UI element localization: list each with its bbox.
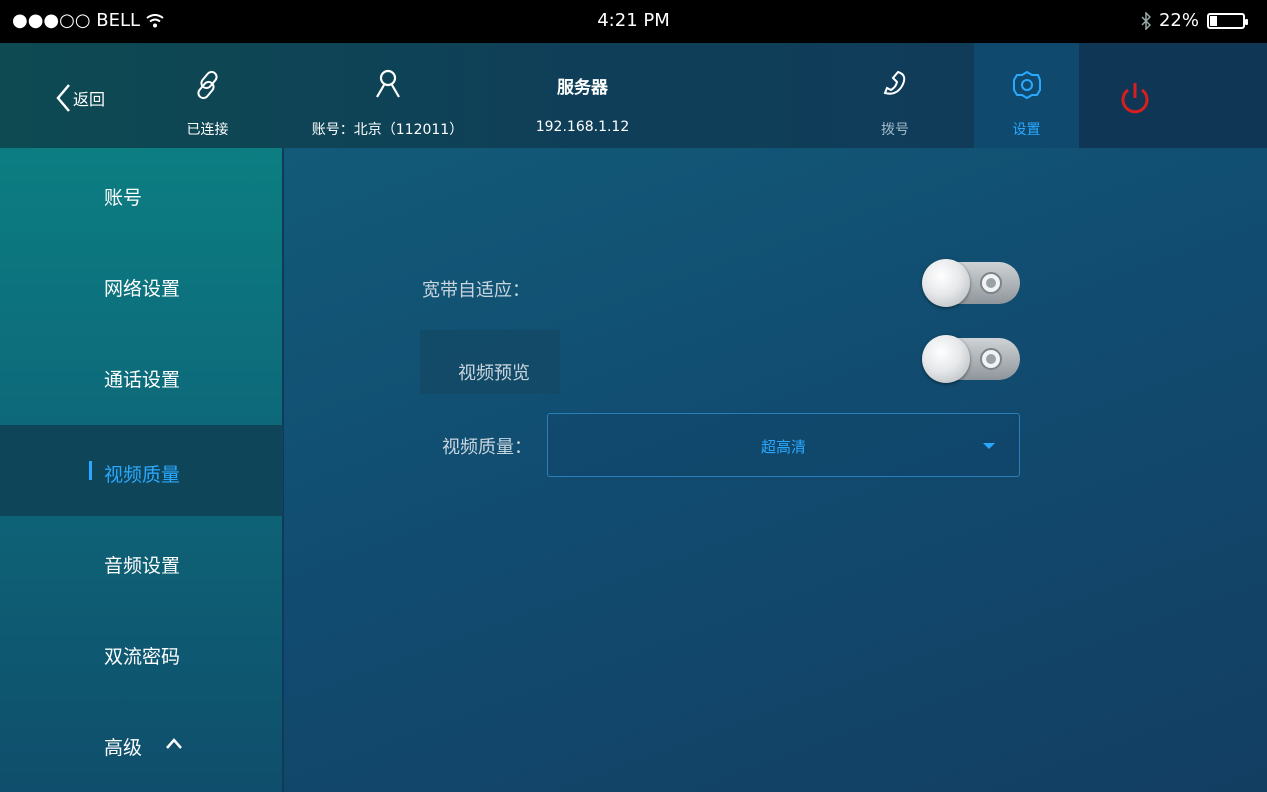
video-quality-value: 超高清 [760, 438, 806, 456]
server-ip: 192.168.1.12 [535, 119, 630, 135]
sidebar-item-label: 通话设置 [104, 369, 181, 391]
video-preview-toggle[interactable] [922, 335, 1020, 383]
video-preview-label: 视频预览 [458, 363, 530, 384]
battery-percent: 22% [1158, 10, 1199, 31]
connection-status: 已连接 [170, 43, 245, 148]
server-title: 服务器 [557, 78, 608, 98]
back-label: 返回 [73, 90, 106, 109]
link-icon [196, 70, 218, 100]
connection-label: 已连接 [186, 122, 229, 138]
battery-fill [1210, 15, 1218, 26]
toggle-knob [922, 335, 970, 383]
toggle-knob [922, 259, 970, 307]
chevron-left-icon [56, 84, 70, 112]
bluetooth-icon [1141, 11, 1151, 30]
server-info: 服务器 192.168.1.12 [520, 43, 645, 148]
account-label: 账号：北京（112011） [311, 122, 464, 138]
account-info: 账号：北京（112011） [300, 43, 475, 148]
sidebar-item-video-quality[interactable]: 视频质量 [0, 425, 283, 516]
settings-sidebar: 账号 网络设置 通话设置 视频质量 音频设置 双流密码 高级 [0, 148, 283, 792]
dial-label: 拨号 [881, 122, 909, 138]
sidebar-item-dual-stream-password[interactable]: 双流密码 [0, 607, 283, 698]
sidebar-item-advanced[interactable]: 高级 [0, 698, 283, 789]
bandwidth-adaptive-toggle[interactable] [922, 259, 1020, 307]
sidebar-item-label: 视频质量 [104, 464, 181, 486]
sidebar-item-label: 网络设置 [104, 278, 181, 300]
sidebar-item-audio[interactable]: 音频设置 [0, 516, 283, 607]
status-time: 4:21 PM [597, 10, 670, 31]
video-quality-label: 视频质量： [442, 437, 532, 458]
status-bar: ●●●○○ BELL 4:21 PM 22% [0, 0, 1267, 43]
sidebar-item-account[interactable]: 账号 [0, 148, 283, 239]
video-quality-panel: 宽带自适应： 视频预览 视频质量： 超高清 [284, 148, 1267, 792]
top-nav: 返回 已连接 账号：北京（112011） 服务器 192.168.1.12 拨号… [0, 43, 1267, 148]
bandwidth-adaptive-label: 宽带自适应： [422, 280, 530, 301]
sidebar-item-label: 账号 [104, 187, 143, 209]
sidebar-item-network[interactable]: 网络设置 [0, 239, 283, 330]
sidebar-item-call[interactable]: 通话设置 [0, 330, 283, 421]
power-icon [1121, 83, 1149, 114]
toggle-indicator-icon [980, 348, 1002, 370]
battery-icon [1207, 12, 1248, 29]
sidebar-item-label: 音频设置 [104, 555, 181, 577]
video-quality-select[interactable]: 超高清 [547, 413, 1020, 477]
toggle-indicator-icon [980, 272, 1002, 294]
chevron-up-icon [166, 738, 182, 749]
back-button[interactable]: 返回 [55, 43, 145, 148]
settings-label: 设置 [1012, 122, 1041, 138]
phone-icon [883, 70, 906, 95]
status-bar-right: 22% [1141, 10, 1248, 31]
sidebar-item-label: 高级 [104, 737, 143, 759]
caret-down-icon [983, 443, 995, 449]
tab-dial[interactable]: 拨号 [860, 43, 930, 148]
power-button[interactable] [1100, 43, 1170, 148]
tab-settings[interactable]: 设置 [974, 43, 1079, 148]
active-indicator [89, 461, 92, 480]
gear-icon [1012, 71, 1041, 99]
user-icon [375, 69, 400, 98]
sidebar-item-label: 双流密码 [104, 646, 181, 668]
